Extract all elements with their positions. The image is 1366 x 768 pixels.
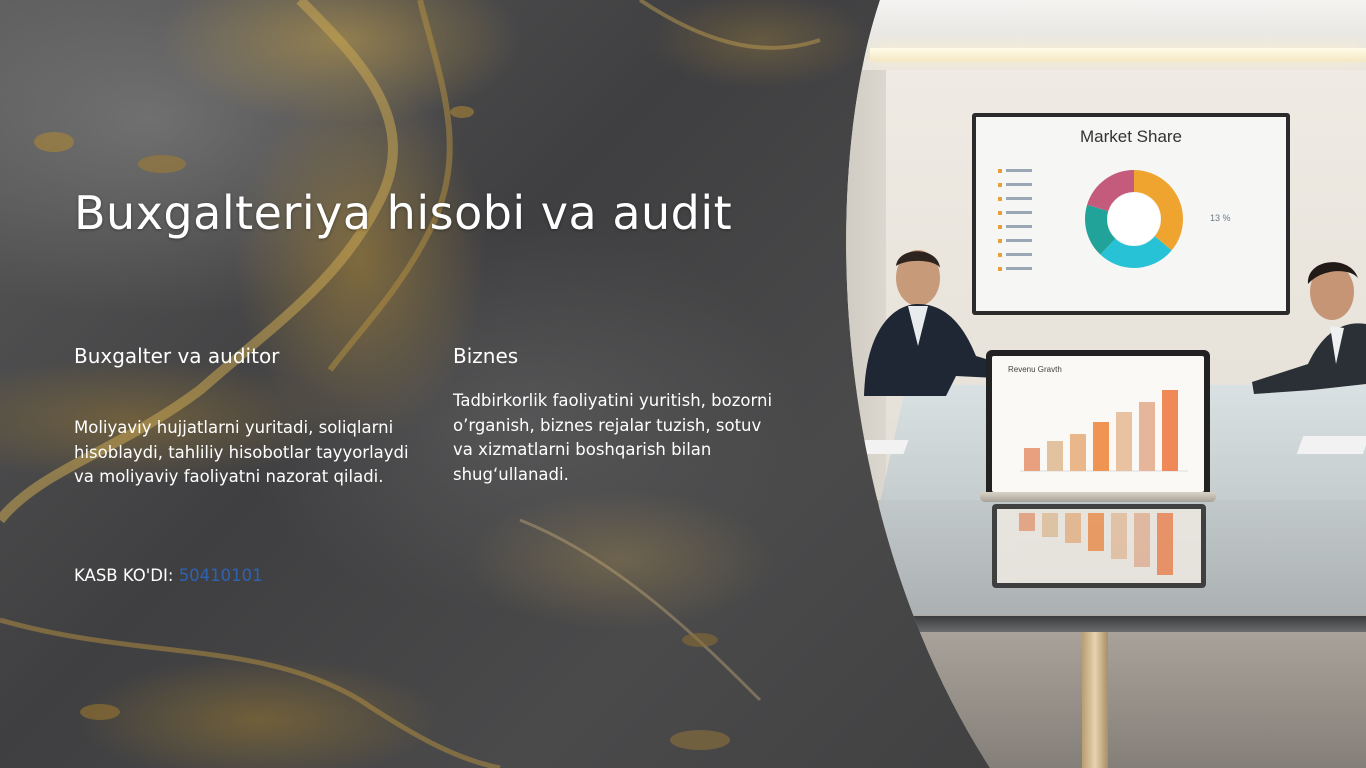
laptop-base <box>980 492 1216 502</box>
bar-chart-reflection <box>997 509 1201 583</box>
monitor-chart-title: Market Share <box>1079 127 1183 146</box>
person-right <box>1232 254 1366 454</box>
monitor-percent-label: 13 % <box>1210 213 1231 223</box>
column-text-business: Tadbirkorlik faoliyatini yuritish, bozor… <box>453 391 773 484</box>
column-text-accountant: Moliyaviy hujjatlarni yuritadi, soliqlar… <box>74 418 409 486</box>
profession-code-value: 50410101 <box>178 566 263 585</box>
ceiling-light <box>870 48 1366 62</box>
bar-chart-graphic <box>992 356 1204 492</box>
laptop-reflection <box>992 504 1206 588</box>
document-paper <box>1297 436 1366 454</box>
column-heading-business: Biznes <box>453 344 519 368</box>
column-heading-accountant: Buxgalter va auditor <box>74 344 280 368</box>
donut-chart-graphic <box>1082 167 1186 271</box>
monitor-legend <box>1006 169 1032 281</box>
profession-code: KASB KO'DI: 50410101 <box>74 566 263 585</box>
laptop: Revenu Gravth <box>986 350 1210 498</box>
laptop-screen: Revenu Gravth <box>992 356 1204 492</box>
table-edge <box>900 616 1366 632</box>
slide-title: Buxgalteriya hisobi va audit <box>74 186 733 240</box>
table-leg <box>1082 632 1108 768</box>
profession-code-label: KASB KO'DI: <box>74 566 174 585</box>
